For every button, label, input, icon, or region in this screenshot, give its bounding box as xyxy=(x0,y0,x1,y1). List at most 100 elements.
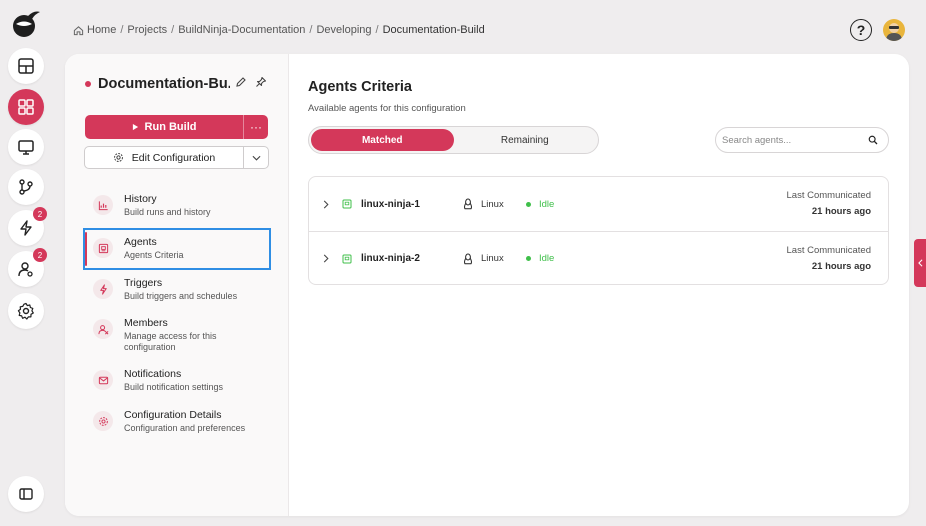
lightning-icon xyxy=(93,279,113,299)
breadcrumb-separator: / xyxy=(171,24,175,36)
tab-remaining[interactable]: Remaining xyxy=(454,129,597,151)
agent-name[interactable]: linux-ninja-2 xyxy=(361,253,420,264)
settings-nav-button[interactable] xyxy=(8,293,44,329)
sidebar-item-subtitle: Manage access for this configuration xyxy=(124,331,217,352)
pin-icon[interactable] xyxy=(255,76,267,88)
breadcrumb-separator: / xyxy=(309,24,313,36)
breadcrumb: Home / Projects / BuildNinja-Documentati… xyxy=(73,24,485,36)
sidebar-item-title: Configuration Details xyxy=(124,409,222,421)
agents-nav-button[interactable] xyxy=(8,129,44,165)
mail-icon xyxy=(93,370,113,390)
expand-panel-tab[interactable] xyxy=(914,239,926,287)
home-icon xyxy=(73,25,84,36)
breadcrumb-separator: / xyxy=(375,24,379,36)
breadcrumb-branch[interactable]: Developing xyxy=(316,24,371,36)
edit-name-icon[interactable] xyxy=(235,76,247,88)
avatar[interactable] xyxy=(883,19,905,41)
breadcrumb-current: Documentation-Build xyxy=(382,24,485,36)
events-nav-button[interactable]: 2 xyxy=(8,207,47,246)
chevron-right-icon[interactable] xyxy=(323,200,329,209)
events-badge: 2 xyxy=(33,207,47,221)
chevron-down-icon xyxy=(252,155,260,161)
chevron-right-icon[interactable] xyxy=(323,254,329,263)
page-subtitle: Available agents for this configuration xyxy=(308,103,466,114)
sidebar-item-triggers[interactable]: Triggers Build triggers and schedules xyxy=(85,277,270,302)
last-communicated-value: 21 hours ago xyxy=(811,206,871,217)
grid-icon xyxy=(18,99,34,115)
main-panel: Documentation-Bu... Run Build ··· Edit C… xyxy=(65,54,909,516)
page-title: Agents Criteria xyxy=(308,79,412,95)
members-icon xyxy=(93,319,113,339)
search-input[interactable] xyxy=(722,134,868,146)
breadcrumb-project[interactable]: BuildNinja-Documentation xyxy=(178,24,305,36)
config-header: Documentation-Bu... xyxy=(85,76,230,92)
linux-icon xyxy=(463,198,473,210)
sidebar-item-title: History xyxy=(124,193,157,205)
sidebar-item-history[interactable]: History Build runs and history xyxy=(85,193,270,218)
config-actions xyxy=(235,76,267,88)
sidebar-item-title: Triggers xyxy=(124,277,163,289)
search-icon[interactable] xyxy=(868,135,878,145)
sidebar-toggle-icon xyxy=(19,488,33,500)
sidebar-item-members[interactable]: Members Manage access for this configura… xyxy=(85,317,270,353)
list-item[interactable]: linux-ninja-1 Linux Idle Last Communicat… xyxy=(309,177,888,231)
monitor-icon xyxy=(18,140,34,155)
agent-os: Linux xyxy=(481,253,504,264)
run-build-more-button[interactable]: ··· xyxy=(244,115,268,139)
branch-icon xyxy=(19,179,33,195)
dashboard-nav-button[interactable] xyxy=(8,48,44,84)
tab-matched[interactable]: Matched xyxy=(311,129,454,151)
sidebar-item-agents[interactable]: Agents Agents Criteria xyxy=(83,228,271,270)
sidebar-item-subtitle: Build runs and history xyxy=(124,207,211,217)
breadcrumb-separator: / xyxy=(120,24,124,36)
last-communicated: Last Communicated 21 hours ago xyxy=(787,190,871,217)
users-badge: 2 xyxy=(33,248,47,262)
agent-icon xyxy=(93,238,113,258)
agent-name[interactable]: linux-ninja-1 xyxy=(361,199,420,210)
breadcrumb-projects[interactable]: Projects xyxy=(127,24,167,36)
status-badge: Idle xyxy=(539,198,555,210)
left-rail: 2 2 xyxy=(0,0,52,526)
search-box xyxy=(715,127,889,153)
agent-icon xyxy=(342,199,352,209)
linux-icon xyxy=(463,253,473,265)
agent-os: Linux xyxy=(481,198,504,210)
edit-configuration-button[interactable]: Edit Configuration xyxy=(85,147,244,168)
agents-content: Agents Criteria Available agents for thi… xyxy=(308,54,892,516)
edit-configuration-label: Edit Configuration xyxy=(131,151,216,164)
sidebar-item-subtitle: Agents Criteria xyxy=(124,250,184,260)
last-communicated: Last Communicated 21 hours ago xyxy=(787,245,871,272)
user-settings-icon xyxy=(18,262,33,277)
users-nav-button[interactable]: 2 xyxy=(8,248,47,287)
status-dot xyxy=(526,256,531,261)
collapse-sidebar-button[interactable] xyxy=(8,476,44,512)
config-status-dot xyxy=(85,81,91,87)
sidebar-item-notifications[interactable]: Notifications Build notification setting… xyxy=(85,368,270,393)
agent-icon xyxy=(342,254,352,264)
breadcrumb-home[interactable]: Home xyxy=(87,24,116,36)
sidebar-item-title: Notifications xyxy=(124,368,182,380)
run-build-split-button: Run Build ··· xyxy=(85,115,268,139)
edit-configuration-split-button: Edit Configuration xyxy=(84,146,269,169)
status-badge: Idle xyxy=(539,253,555,264)
last-communicated-value: 21 hours ago xyxy=(811,261,871,272)
run-build-label: Run Build xyxy=(144,121,197,133)
gear-icon xyxy=(93,411,113,431)
sidebar-item-subtitle: Build triggers and schedules xyxy=(124,291,238,301)
config-name: Documentation-Bu... xyxy=(98,76,230,92)
gear-icon xyxy=(113,152,124,163)
sidebar-item-subtitle: Configuration and preferences xyxy=(124,423,246,433)
run-build-button[interactable]: Run Build xyxy=(85,115,244,139)
last-communicated-label: Last Communicated xyxy=(786,245,871,256)
app-logo[interactable] xyxy=(10,8,42,40)
sidebar-item-configuration-details[interactable]: Configuration Details Configuration and … xyxy=(85,409,270,434)
gear-icon xyxy=(17,302,34,320)
play-icon xyxy=(132,123,139,131)
sidebar-item-title: Agents xyxy=(124,236,157,248)
projects-nav-button[interactable] xyxy=(8,89,44,125)
agents-list: linux-ninja-1 Linux Idle Last Communicat… xyxy=(308,176,889,285)
edit-configuration-dropdown[interactable] xyxy=(244,147,268,168)
vcs-nav-button[interactable] xyxy=(8,169,44,205)
list-item[interactable]: linux-ninja-2 Linux Idle Last Communicat… xyxy=(309,231,888,285)
help-button[interactable]: ? xyxy=(850,19,872,41)
